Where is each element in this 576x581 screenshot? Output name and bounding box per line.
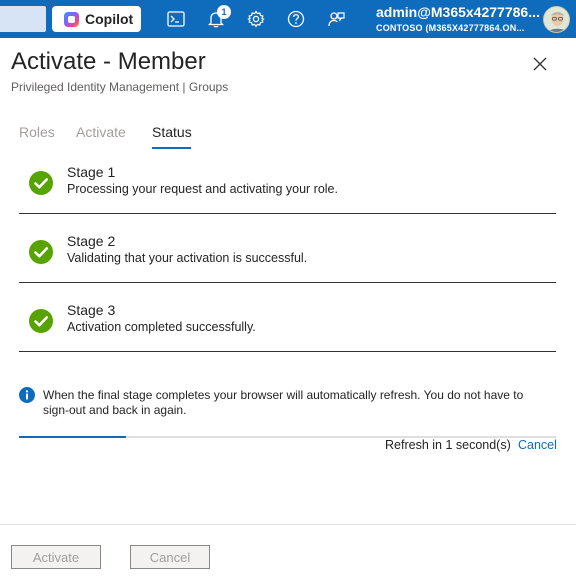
stage-3: Stage 3 Activation completed successfull… xyxy=(19,285,556,352)
stage-title: Stage 1 xyxy=(67,164,116,180)
stage-description: Validating that your activation is succe… xyxy=(67,251,308,265)
page-subtitle: Privileged Identity Management | Groups xyxy=(11,80,229,94)
check-circle-icon xyxy=(29,240,53,264)
avatar[interactable] xyxy=(543,6,570,33)
info-message: When the final stage completes your brow… xyxy=(43,388,524,417)
tab-roles[interactable]: Roles xyxy=(19,124,55,140)
cloud-shell-icon[interactable] xyxy=(165,8,187,30)
top-bar: Copilot 1 admin@M365x4277786... CONTOSO … xyxy=(0,0,576,38)
activate-button[interactable]: Activate xyxy=(11,545,101,569)
copilot-icon xyxy=(64,11,79,27)
account-menu[interactable]: admin@M365x4277786... CONTOSO (M365X4277… xyxy=(376,4,540,33)
cancel-refresh-link[interactable]: Cancel xyxy=(518,438,557,452)
check-circle-icon xyxy=(29,309,53,333)
notification-badge: 1 xyxy=(217,5,231,19)
feedback-icon[interactable] xyxy=(325,8,347,30)
account-tenant: CONTOSO (M365X42777864.ON... xyxy=(376,23,525,33)
footer-divider xyxy=(0,524,576,525)
account-name: admin@M365x4277786... xyxy=(376,4,540,20)
help-icon[interactable] xyxy=(285,8,307,30)
stage-title: Stage 2 xyxy=(67,233,116,249)
stage-description: Processing your request and activating y… xyxy=(67,182,338,196)
stage-description: Activation completed successfully. xyxy=(67,320,256,334)
copilot-label: Copilot xyxy=(85,11,134,27)
stage-1: Stage 1 Processing your request and acti… xyxy=(19,147,556,214)
stage-title: Stage 3 xyxy=(67,302,116,318)
settings-icon[interactable] xyxy=(245,8,267,30)
stage-2: Stage 2 Validating that your activation … xyxy=(19,216,556,283)
copilot-button[interactable]: Copilot xyxy=(52,6,141,32)
info-icon xyxy=(19,387,35,403)
cancel-button[interactable]: Cancel xyxy=(130,545,210,569)
tab-activate[interactable]: Activate xyxy=(76,124,126,140)
check-circle-icon xyxy=(29,171,53,195)
page-title: Activate - Member xyxy=(11,48,206,75)
tab-status[interactable]: Status xyxy=(152,124,192,140)
refresh-countdown: Refresh in 1 second(s) xyxy=(385,438,511,452)
close-icon[interactable] xyxy=(529,53,551,75)
search-box[interactable] xyxy=(0,6,46,32)
refresh-progress-fill xyxy=(19,436,127,438)
